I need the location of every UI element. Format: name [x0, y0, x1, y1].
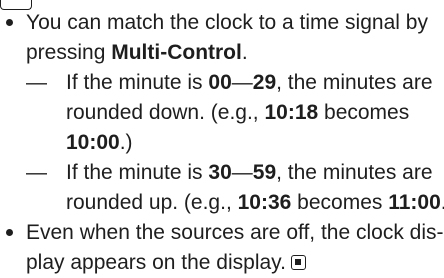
text-line: 10:00.): [66, 131, 133, 154]
control-name: Multi-Control: [111, 41, 242, 64]
bullet-icon: [6, 229, 13, 236]
bullet-text: Even when the sources are off, the clock…: [26, 218, 444, 278]
bullet-icon: [6, 19, 13, 26]
text-line: pressing Multi-Control.: [26, 41, 248, 64]
document-page: You can match the clock to a time signal…: [0, 0, 444, 274]
text-line: rounded up. (e.g., 10:36 becomes 11:00.): [66, 191, 444, 214]
text-line: If the minute is 30—59, the minutes are: [66, 161, 433, 184]
text-line: You can match the clock to a time signal…: [26, 11, 428, 34]
end-of-section-icon: [290, 255, 306, 270]
text-line: If the minute is 00—29, the minutes are: [66, 71, 433, 94]
text-line: play appears on the display.: [26, 248, 444, 278]
text-line: Even when the sources are off, the clock…: [26, 221, 444, 244]
sub-item-text: If the minute is 30—59, the minutes are …: [66, 158, 444, 218]
sub-item-text: If the minute is 00—29, the minutes are …: [66, 68, 433, 158]
dash-marker: —: [26, 71, 47, 94]
dash-marker: —: [26, 161, 47, 184]
text-line: rounded down. (e.g., 10:18 becomes: [66, 101, 410, 124]
bullet-text: You can match the clock to a time signal…: [26, 8, 444, 68]
